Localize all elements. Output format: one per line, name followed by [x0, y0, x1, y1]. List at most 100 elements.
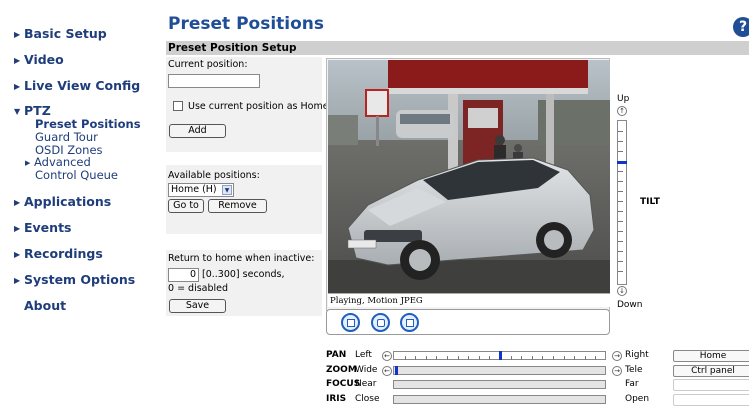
- pan-thumb[interactable]: [499, 351, 502, 360]
- tilt-tick: [618, 251, 623, 252]
- tilt-tick: [618, 221, 623, 222]
- current-position-input[interactable]: [168, 74, 260, 88]
- zoom-slider[interactable]: [393, 366, 606, 375]
- chevron-right-icon: ▶: [14, 250, 21, 259]
- pan-tick: [425, 356, 427, 360]
- chevron-right-icon: ▶: [14, 82, 21, 91]
- pan-tick: [478, 356, 480, 360]
- zoom-thumb[interactable]: [395, 366, 398, 375]
- page-title: Preset Positions: [168, 14, 325, 34]
- current-position-panel: Current position: Use current position a…: [166, 57, 329, 152]
- pan-tick: [574, 356, 576, 360]
- section-header: Preset Position Setup: [166, 41, 749, 55]
- tilt-tick: [618, 141, 623, 142]
- nav-about[interactable]: About: [14, 298, 66, 313]
- iris-right-label: Open: [625, 394, 650, 404]
- sidebar-item-advanced[interactable]: ▶ Advanced: [25, 155, 91, 169]
- camera-icon: [377, 319, 385, 327]
- tilt-up-label: Up: [617, 94, 630, 104]
- nav-events[interactable]: ▶ Events: [14, 220, 71, 235]
- zoom-right-arrow-icon[interactable]: →: [612, 366, 622, 376]
- return-home-label: Return to home when inactive:: [168, 253, 315, 264]
- pan-tick: [415, 356, 417, 360]
- zoom-left-arrow-icon[interactable]: ←: [382, 366, 392, 376]
- focus-left-label: Near: [355, 379, 377, 389]
- save-button[interactable]: Save: [169, 299, 226, 313]
- stop-icon: [347, 319, 355, 327]
- stop-button[interactable]: [341, 313, 360, 332]
- iris-left-label: Close: [355, 394, 380, 404]
- nav-applications[interactable]: ▶ Applications: [14, 194, 111, 209]
- pan-right-label: Right: [625, 350, 649, 360]
- tilt-tick: [618, 191, 623, 192]
- position-select[interactable]: Home (H) ▼: [168, 183, 234, 197]
- tilt-up-arrow-icon[interactable]: ↑: [617, 106, 627, 116]
- pan-tick: [553, 356, 554, 360]
- pan-label: PAN: [326, 350, 347, 360]
- tilt-tick: [618, 231, 623, 232]
- tilt-thumb[interactable]: [617, 161, 627, 164]
- iris-slider: [393, 395, 606, 404]
- chevron-right-icon: ▶: [14, 56, 21, 65]
- pan-tick: [510, 356, 512, 360]
- tilt-tick: [618, 181, 623, 182]
- nav-live-view-config[interactable]: ▶ Live View Config: [14, 78, 140, 93]
- tilt-tick: [618, 131, 623, 132]
- available-positions-panel: Available positions: Home (H) ▼ Go to Rem…: [166, 165, 322, 234]
- nav-ptz[interactable]: ▼ PTZ: [14, 103, 51, 118]
- tilt-down-label: Down: [617, 300, 643, 310]
- chevron-right-icon: ▶: [25, 159, 31, 167]
- sidebar-item-preset-positions[interactable]: Preset Positions: [35, 117, 141, 131]
- nav-basic-setup[interactable]: ▶ Basic Setup: [14, 26, 107, 41]
- nav-recordings[interactable]: ▶ Recordings: [14, 246, 103, 261]
- sidebar: ▶ Basic Setup ▶ Video ▶ Live View Config ▼ P…: [0, 0, 160, 410]
- iris-label: IRIS: [326, 394, 347, 404]
- chevron-down-icon: ▼: [222, 185, 232, 195]
- zoom-left-label: Wide: [355, 365, 378, 375]
- tilt-label: TILT: [640, 197, 660, 207]
- use-as-home-checkbox[interactable]: [173, 101, 183, 111]
- snapshot-button[interactable]: [371, 313, 390, 332]
- available-positions-label: Available positions:: [168, 170, 260, 181]
- add-button[interactable]: Add: [169, 124, 226, 138]
- pan-tick: [584, 356, 586, 360]
- chevron-right-icon: ▶: [14, 30, 21, 39]
- chevron-down-icon: ▼: [14, 107, 21, 116]
- use-as-home-label: Use current position as Home: [188, 101, 329, 112]
- zoom-label: ZOOM: [326, 365, 357, 375]
- zoom-right-label: Tele: [625, 365, 643, 375]
- fullscreen-icon: [406, 319, 414, 327]
- disabled-note: 0 = disabled: [168, 283, 229, 294]
- chevron-right-icon: ▶: [14, 276, 21, 285]
- live-video[interactable]: [328, 60, 610, 294]
- question-mark-icon[interactable]: ?: [733, 17, 749, 37]
- goto-button[interactable]: Go to: [168, 199, 204, 213]
- sidebar-item-guard-tour[interactable]: Guard Tour: [35, 130, 98, 144]
- remove-button[interactable]: Remove: [208, 199, 267, 213]
- zoom-side-button[interactable]: Ctrl panel: [673, 365, 749, 377]
- pan-left-arrow-icon[interactable]: ←: [382, 351, 392, 361]
- current-position-label: Current position:: [168, 59, 248, 70]
- sidebar-item-control-queue[interactable]: Control Queue: [35, 168, 118, 182]
- tilt-tick: [618, 271, 623, 272]
- chevron-right-icon: ▶: [14, 198, 21, 207]
- tilt-tick: [618, 151, 623, 152]
- pan-left-label: Left: [355, 350, 372, 360]
- chevron-right-icon: ▶: [14, 224, 21, 233]
- tilt-down-arrow-icon[interactable]: ↓: [617, 286, 627, 296]
- pan-right-arrow-icon[interactable]: →: [612, 351, 622, 361]
- tilt-slider[interactable]: [617, 120, 627, 285]
- pan-tick: [489, 356, 491, 360]
- pan-tick: [542, 356, 544, 360]
- pan-slider[interactable]: [393, 351, 606, 360]
- tilt-tick: [618, 201, 623, 202]
- pan-tick: [521, 356, 523, 360]
- pan-side-button[interactable]: Home: [673, 350, 749, 362]
- tilt-tick: [618, 211, 623, 212]
- nav-system-options[interactable]: ▶ System Options: [14, 272, 135, 287]
- nav-video[interactable]: ▶ Video: [14, 52, 64, 67]
- fullscreen-button[interactable]: [400, 313, 419, 332]
- return-home-input[interactable]: 0: [168, 268, 199, 282]
- pan-tick: [457, 356, 459, 360]
- pan-tick: [436, 356, 438, 360]
